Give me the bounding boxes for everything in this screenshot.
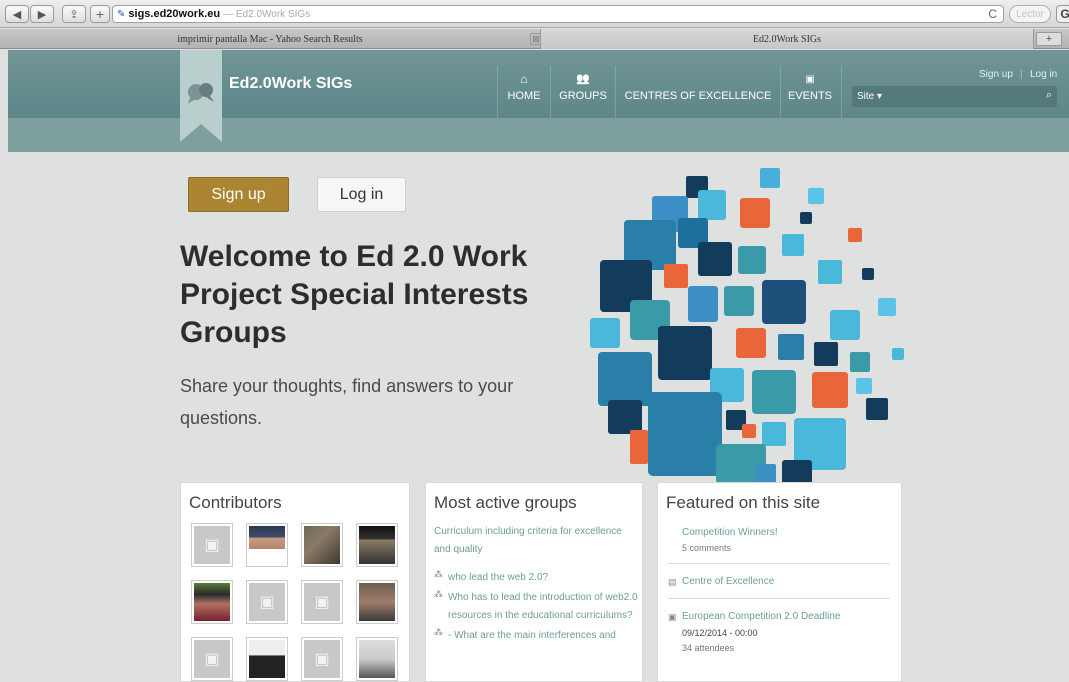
contributors-card: Contributors ▣ ▣ ▣ ▣ ▣ — [180, 482, 410, 682]
nav-centres[interactable]: CENTRES OF EXCELLENCE — [620, 72, 776, 118]
avatar-placeholder-icon: ▣ — [304, 583, 340, 621]
back-button[interactable]: ◀ — [5, 5, 29, 23]
list-item[interactable]: ⁂ who lead the web 2.0? — [434, 569, 638, 587]
comment-count: 5 comments — [682, 543, 732, 553]
header-band — [8, 118, 1069, 152]
tab-ed2work[interactable]: Ed2.0Work SIGs — [540, 29, 1034, 49]
list-item[interactable]: ⁂ Who has to lead the introduction of we… — [434, 589, 638, 625]
group-link[interactable]: Curriculum including criteria for excell… — [434, 523, 634, 559]
hero-mosaic-illustration — [590, 168, 904, 488]
add-bookmark-button[interactable]: + — [90, 5, 110, 23]
featured-link[interactable]: Competition Winners! — [682, 525, 778, 541]
avatar[interactable] — [191, 580, 233, 624]
event-date: 09/12/2014 - 00:00 — [682, 628, 758, 638]
nav-groups-label: GROUPS — [559, 90, 607, 102]
address-bar[interactable]: ✎ sigs.ed20work.eu — Ed2.0Work SIGs C — [112, 5, 1004, 23]
attendee-count: 34 attendees — [682, 643, 735, 653]
tab-yahoo[interactable]: imprimir pantalla Mac - Yahoo Search Res… — [8, 29, 532, 49]
featured-list: Competition Winners! 5 comments ▤ Centre … — [668, 523, 890, 671]
discussion-link[interactable]: Who has to lead the introduction of web2… — [448, 589, 638, 625]
nav-groups[interactable]: 👥 GROUPS — [555, 72, 611, 118]
nav-separator — [841, 66, 842, 118]
header-signup-link[interactable]: Sign up — [979, 69, 1013, 80]
page-subtitle: Share your thoughts, find answers to you… — [180, 376, 514, 428]
header-link-divider: | — [1020, 69, 1023, 80]
avatar-placeholder-icon: ▣ — [194, 526, 230, 564]
forward-button[interactable]: ▶ — [30, 5, 54, 23]
contributors-heading: Contributors — [189, 493, 282, 512]
search-icon[interactable]: ⌕ — [1046, 89, 1052, 102]
avatar[interactable]: ▣ — [191, 523, 233, 567]
avatar-placeholder-icon: ▣ — [194, 640, 230, 678]
nav-centres-label: CENTRES OF EXCELLENCE — [624, 90, 772, 102]
groups-card: Most active groups Curriculum including … — [425, 482, 643, 682]
featured-card: Featured on this site Competition Winner… — [657, 482, 902, 682]
browser-toolbar: ◀ ▶ ⇪ + ✎ sigs.ed20work.eu — Ed2.0Work S… — [0, 0, 1069, 28]
list-item[interactable]: ▣ European Competition 2.0 Deadline 09/12… — [668, 607, 890, 663]
discussion-link[interactable]: who lead the web 2.0? — [448, 569, 548, 587]
featured-heading: Featured on this site — [666, 493, 821, 512]
nav-separator — [780, 66, 781, 118]
list-item[interactable]: ▤ Centre of Excellence — [668, 572, 890, 599]
avatar[interactable] — [356, 580, 398, 624]
document-icon: ▤ — [668, 577, 677, 587]
calendar-icon: ▣ — [805, 74, 815, 85]
header-login-link[interactable]: Log in — [1030, 69, 1057, 80]
nav-separator — [550, 66, 551, 118]
avatar[interactable] — [246, 523, 288, 567]
reader-button[interactable]: Lector — [1009, 5, 1051, 23]
site-brand[interactable]: Ed2.0Work SIGs — [229, 75, 352, 93]
url-domain: sigs.ed20work.eu — [128, 8, 221, 20]
groups-heading: Most active groups — [434, 493, 577, 512]
avatar-placeholder-icon: ▣ — [249, 583, 285, 621]
nav-events[interactable]: ▣ EVENTS — [784, 72, 836, 118]
avatar[interactable]: ▣ — [191, 637, 233, 681]
discussion-link[interactable]: - What are the main interferences and — [448, 627, 616, 645]
google-search-button[interactable]: G — [1056, 5, 1069, 23]
nav-separator — [615, 66, 616, 118]
login-button[interactable]: Log in — [317, 177, 406, 212]
tab-bar: imprimir pantalla Mac - Yahoo Search Res… — [0, 29, 1069, 49]
logo-ribbon-icon[interactable] — [180, 50, 222, 142]
list-item[interactable]: Competition Winners! 5 comments — [668, 523, 890, 564]
url-page-title: — Ed2.0Work SIGs — [223, 8, 311, 20]
signup-button[interactable]: Sign up — [188, 177, 289, 212]
discussion-list: ⁂ who lead the web 2.0? ⁂ Who has to lea… — [434, 567, 638, 645]
page-title: Welcome to Ed 2.0 Work Project Special I… — [180, 240, 529, 349]
avatar[interactable]: ▣ — [301, 637, 343, 681]
discussion-icon: ⁂ — [434, 627, 443, 637]
discussion-icon: ⁂ — [434, 589, 443, 599]
avatar[interactable]: ▣ — [246, 580, 288, 624]
avatar[interactable] — [246, 637, 288, 681]
nav-separator — [497, 66, 498, 118]
discussion-icon: ⁂ — [434, 569, 443, 579]
avatar[interactable]: ▣ — [301, 580, 343, 624]
avatar-placeholder-icon: ▣ — [304, 640, 340, 678]
groups-icon: 👥 — [576, 73, 590, 85]
nav-home[interactable]: ⌂ HOME — [502, 72, 546, 118]
avatar[interactable] — [356, 637, 398, 681]
featured-link[interactable]: European Competition 2.0 Deadline — [682, 609, 840, 625]
site-favicon-icon: ✎ — [117, 8, 126, 20]
calendar-icon: ▣ — [668, 612, 677, 622]
avatar[interactable] — [356, 523, 398, 567]
site-search-input[interactable]: Site ▾ ⌕ — [852, 86, 1057, 107]
nav-events-label: EVENTS — [787, 90, 832, 102]
nav-home-label: HOME — [507, 90, 541, 102]
featured-link[interactable]: Centre of Excellence — [682, 574, 774, 590]
new-tab-button[interactable]: + — [1036, 32, 1062, 46]
search-scope-dropdown[interactable]: Site ▾ — [857, 91, 882, 102]
reload-icon[interactable]: C — [988, 7, 997, 21]
list-item[interactable]: ⁂ - What are the main interferences and — [434, 627, 638, 645]
avatar[interactable] — [301, 523, 343, 567]
share-button[interactable]: ⇪ — [62, 5, 86, 23]
home-icon: ⌂ — [520, 72, 528, 86]
